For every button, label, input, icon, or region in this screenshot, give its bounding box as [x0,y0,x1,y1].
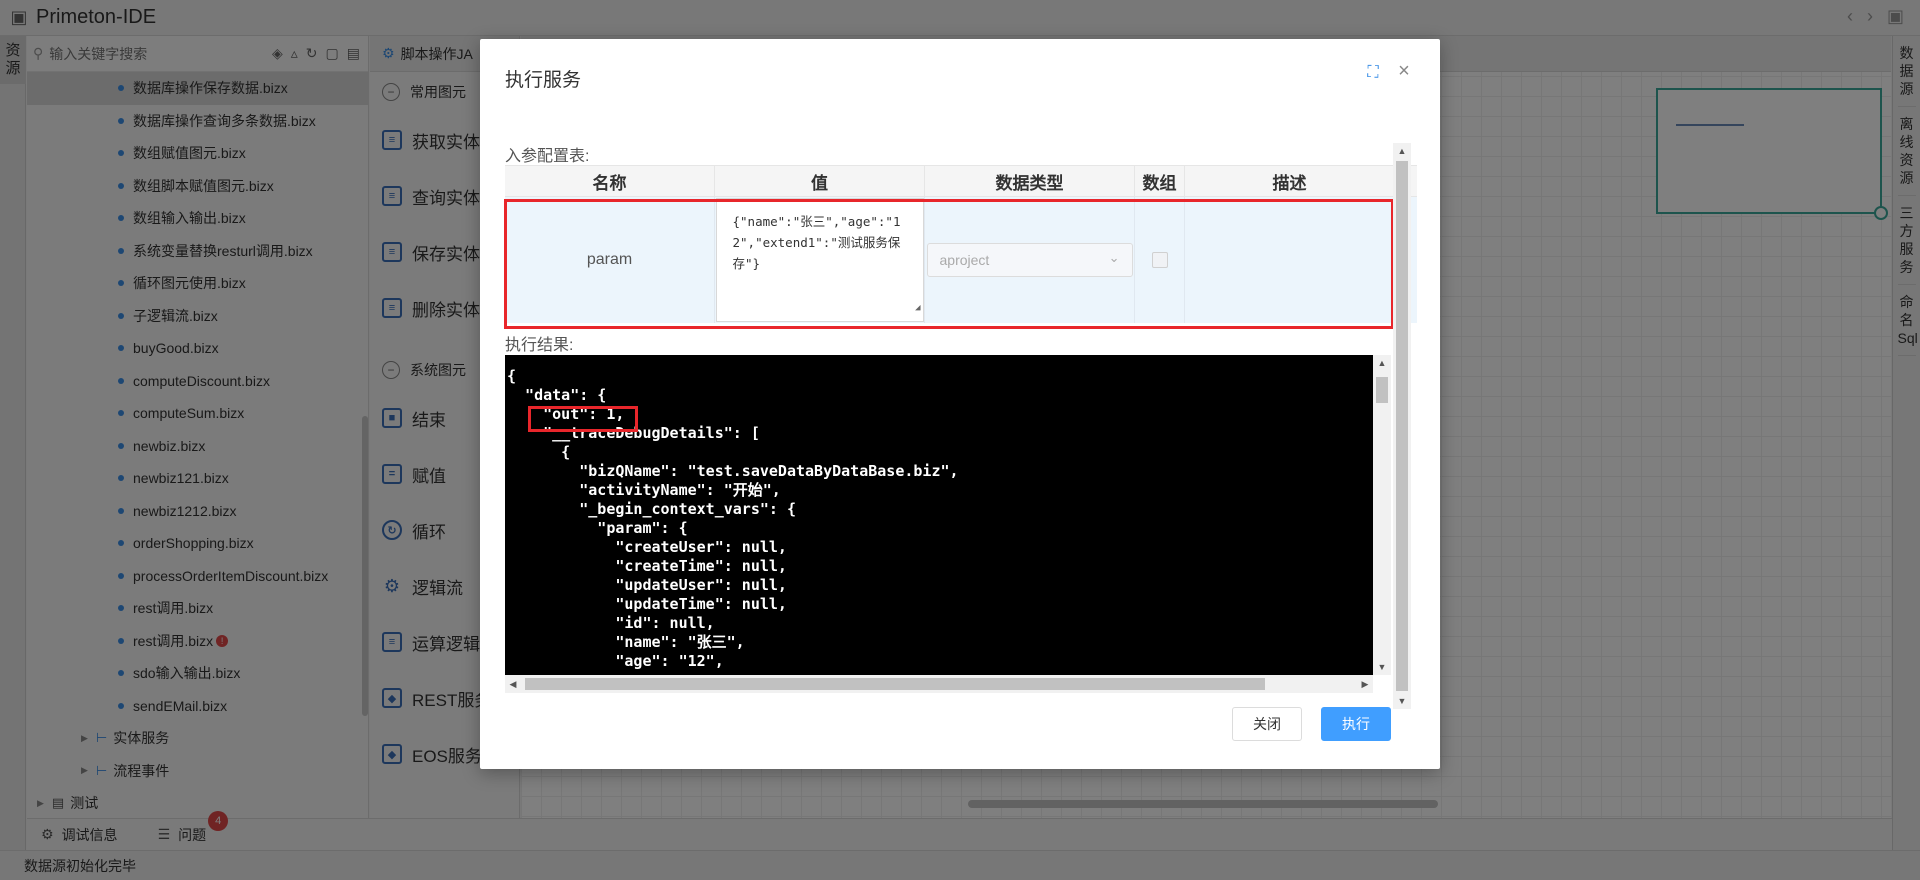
highlight-box-out [528,406,638,432]
highlight-box-params [504,199,1394,329]
col-header-name: 名称 [505,166,715,196]
execute-button[interactable]: 执行 [1321,707,1391,741]
dialog-scrollbar[interactable]: ▲ ▼ [1393,143,1411,709]
close-icon[interactable]: × [1394,61,1414,81]
scroll-up-icon[interactable]: ▲ [1373,355,1391,371]
scrollbar-thumb[interactable] [1396,161,1408,691]
close-button[interactable]: 关闭 [1232,707,1302,741]
scroll-down-icon[interactable]: ▼ [1393,693,1411,709]
col-header-value: 值 [715,166,925,196]
result-hscrollbar[interactable]: ◀ ▶ [505,675,1373,693]
col-header-type: 数据类型 [925,166,1135,196]
table-header: 名称 值 数据类型 数组 描述 [505,165,1417,197]
input-params-label: 入参配置表: [505,148,590,165]
result-vscrollbar[interactable]: ▲ ▼ [1373,355,1391,675]
col-header-desc: 描述 [1185,166,1395,196]
scrollbar-thumb[interactable] [525,678,1265,690]
scroll-right-icon[interactable]: ▶ [1357,675,1373,693]
execute-service-dialog: 执行服务 ⛶ × 入参配置表: 名称 值 数据类型 数组 描述 param {"… [480,39,1440,769]
scroll-up-icon[interactable]: ▲ [1393,143,1411,159]
scroll-left-icon[interactable]: ◀ [505,675,521,693]
dialog-title: 执行服务 [505,70,582,91]
col-header-array: 数组 [1135,166,1185,196]
scroll-down-icon[interactable]: ▼ [1373,659,1391,675]
scrollbar-thumb[interactable] [1376,377,1388,403]
result-label: 执行结果: [505,337,574,354]
maximize-icon[interactable]: ⛶ [1364,64,1382,82]
